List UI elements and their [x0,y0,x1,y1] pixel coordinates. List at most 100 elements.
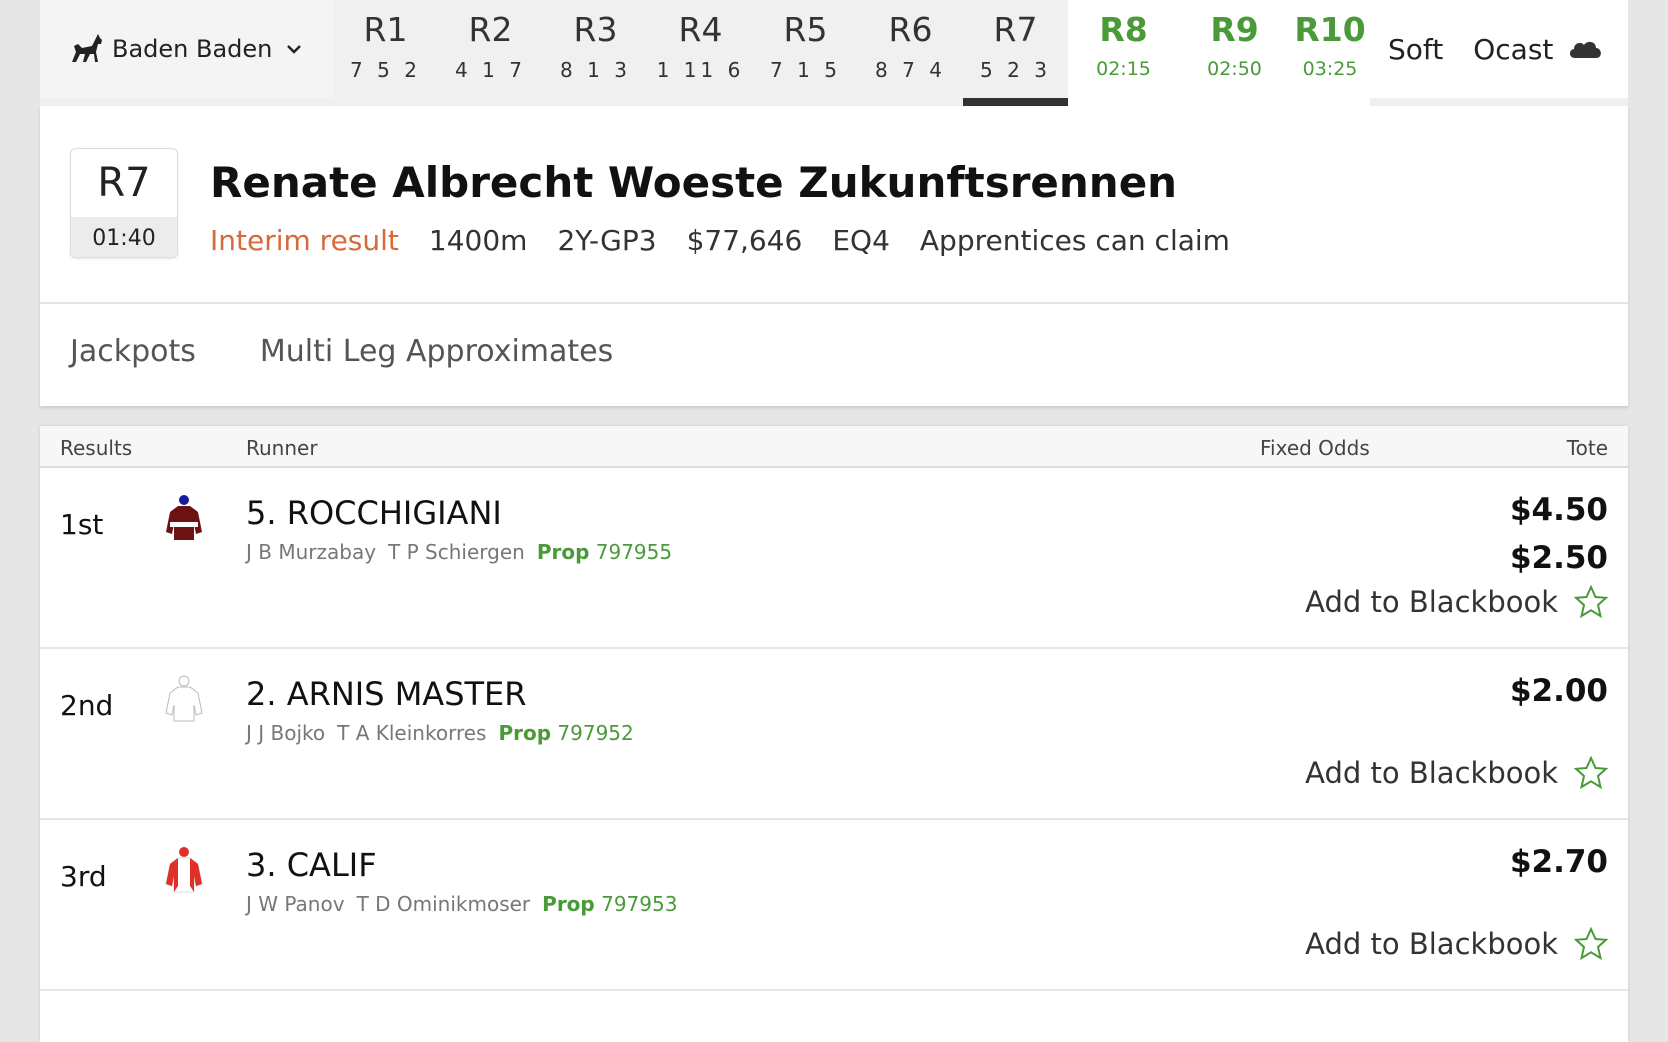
race-number: R4 [678,10,723,49]
race-header: R7 01:40 Renate Albrecht Woeste Zukunfts… [40,106,1628,406]
star-icon [1574,927,1608,961]
page: Baden Baden R1 7 5 2 R2 4 1 7 R3 8 1 3 R4 1 … [40,0,1628,1042]
race-tab-r10[interactable]: R10 03:25 [1290,0,1370,106]
venue-selector[interactable]: Baden Baden [40,0,333,98]
col-results: Results [60,436,133,460]
race-result: 7 5 2 [350,58,421,82]
race-meta: Interim result 1400m 2Y-GP3 $77,646 EQ4 … [210,224,1260,257]
prop-id: Prop 797953 [542,892,689,916]
race-result: 8 7 4 [875,58,946,82]
blackbook-label: Add to Blackbook [1305,756,1558,790]
track-condition: Soft [1388,32,1444,66]
prop-id: Prop 797955 [537,540,684,564]
runner-place: 2nd [60,689,114,722]
race-number: R1 [363,10,408,49]
prop-label: Prop [536,540,590,564]
race-distance: 1400m [428,224,528,257]
tote-win: $4.50 [1509,492,1608,528]
trainer-name: T D Ominikmoser [356,892,531,916]
race-note: Apprentices can claim [919,224,1230,257]
tote-place: $2.50 [1509,540,1608,576]
runner-place: 1st [60,508,104,541]
race-result: 7 1 5 [770,58,841,82]
col-tote: Tote [1566,436,1608,460]
jockey-silk-icon [165,847,203,893]
add-to-blackbook-button[interactable]: Add to Blackbook [1305,927,1608,961]
race-result: 4 1 7 [455,58,526,82]
table-row: 1st 5. ROCCHIGIANI J B Murzabay T P Schi… [40,468,1628,649]
prop-value: 797952 [557,721,634,745]
runner-name[interactable]: 5. ROCCHIGIANI [246,494,502,532]
jockey-silk-icon [166,495,202,540]
race-number: R10 [1294,10,1366,49]
tab-jackpots[interactable]: Jackpots [70,334,196,369]
prop-label: Prop [542,892,595,916]
blackbook-label: Add to Blackbook [1305,927,1558,961]
runner-details: J B Murzabay T P Schiergen Prop 797955 [246,540,696,564]
cloud-icon [1570,41,1602,58]
weather-condition: Ocast [1473,32,1554,66]
race-tab-r9[interactable]: R9 02:50 [1179,0,1290,106]
trainer-name: T P Schiergen [388,540,525,564]
race-eq: EQ4 [832,224,890,257]
jockey-silk-icon [165,675,203,722]
race-tab-r7[interactable]: R7 5 2 3 [963,0,1068,106]
table-row: 3rd 3. CALIF J W Panov T D Ominikmoser P… [40,820,1628,991]
race-number: R8 [1099,10,1148,49]
race-status: Interim result [210,224,399,257]
jockey-name: J B Murzabay [246,540,377,564]
race-badge-number: R7 [97,160,151,206]
race-badge-time: 01:40 [71,217,177,257]
race-result: 8 1 3 [560,58,631,82]
race-time: 03:25 [1302,58,1358,80]
race-bar: Baden Baden R1 7 5 2 R2 4 1 7 R3 8 1 3 R4 1 … [40,0,1628,106]
track-conditions: Soft Ocast [1370,0,1628,98]
blackbook-label: Add to Blackbook [1305,585,1558,619]
tote-place: $2.70 [1509,844,1608,880]
col-fixed-odds: Fixed Odds [1260,436,1370,460]
trainer-name: T A Kleinkorres [337,721,487,745]
race-title: Renate Albrecht Woeste Zukunftsrennen [210,158,1178,207]
race-prize: $77,646 [686,224,803,257]
prop-label: Prop [498,721,552,745]
results-table: Results Runner Fixed Odds Tote 1st 5. RO… [40,426,1628,1042]
tab-multi-leg[interactable]: Multi Leg Approximates [260,334,613,369]
race-time: 02:50 [1207,58,1262,80]
runner-name[interactable]: 3. CALIF [246,846,377,884]
race-tab-r1[interactable]: R1 7 5 2 [333,0,438,106]
race-number: R3 [573,10,618,49]
horse-icon [72,34,102,62]
race-time: 02:15 [1096,58,1151,80]
race-number: R7 [993,10,1038,49]
race-result: 5 2 3 [980,58,1051,82]
runner-name[interactable]: 2. ARNIS MASTER [246,675,527,713]
race-number: R9 [1210,10,1259,49]
race-number: R2 [468,10,513,49]
race-tab-r6[interactable]: R6 8 7 4 [858,0,963,106]
subtabs: Jackpots Multi Leg Approximates [70,334,677,369]
race-badge: R7 01:40 [70,148,178,258]
venue-name: Baden Baden [112,35,273,63]
runner-details: J J Bojko T A Kleinkorres Prop 797952 [246,721,658,745]
race-tabs: R1 7 5 2 R2 4 1 7 R3 8 1 3 R4 1 11 6 R5 7 1 5… [333,0,1370,106]
race-tab-r5[interactable]: R5 7 1 5 [753,0,858,106]
table-row: 2nd 2. ARNIS MASTER J J Bojko T A Kleink… [40,649,1628,820]
star-icon [1574,756,1608,790]
star-icon [1574,585,1608,619]
race-tab-r3[interactable]: R3 8 1 3 [543,0,648,106]
results-header: Results Runner Fixed Odds Tote [40,426,1628,468]
divider [40,302,1628,304]
chevron-down-icon [287,45,302,54]
add-to-blackbook-button[interactable]: Add to Blackbook [1305,585,1608,619]
race-tab-r8[interactable]: R8 02:15 [1068,0,1179,106]
tote-place: $2.00 [1509,673,1608,709]
race-tab-r4[interactable]: R4 1 11 6 [648,0,753,106]
race-tab-r2[interactable]: R2 4 1 7 [438,0,543,106]
jockey-name: J W Panov [246,892,345,916]
prop-value: 797955 [595,540,673,564]
runner-place: 3rd [60,860,107,893]
race-result: 1 11 6 [656,58,745,82]
add-to-blackbook-button[interactable]: Add to Blackbook [1305,756,1608,790]
jockey-name: J J Bojko [246,721,326,745]
race-class: 2Y-GP3 [557,224,657,257]
